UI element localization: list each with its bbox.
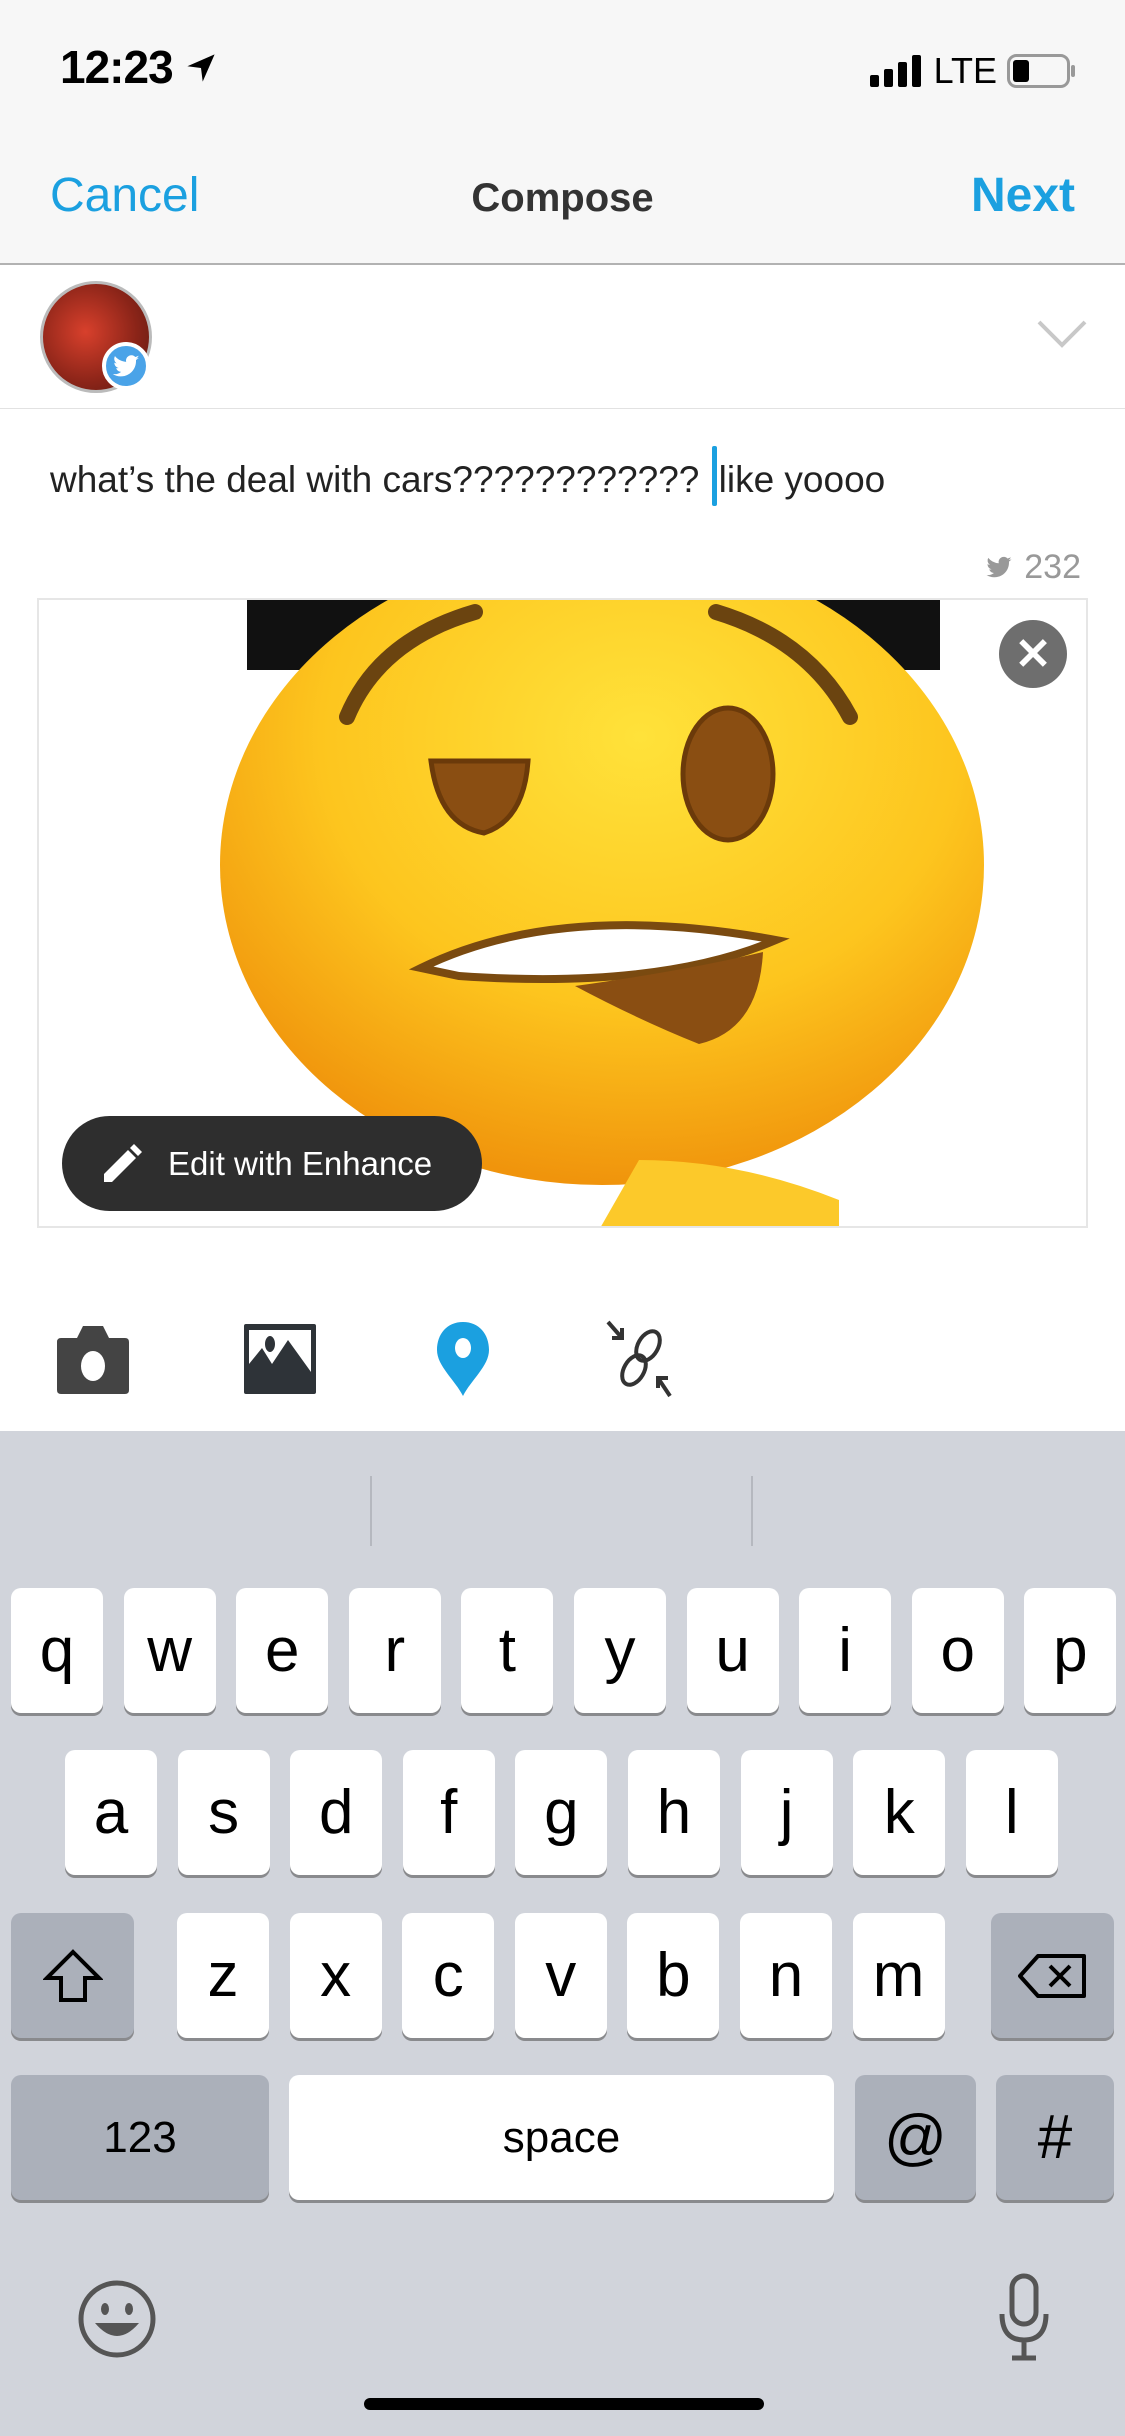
camera-icon[interactable]: [53, 1318, 133, 1398]
suggestion-divider: [370, 1476, 372, 1546]
key-f[interactable]: f: [402, 1750, 495, 1875]
suggestion-divider: [751, 1476, 753, 1546]
key-u[interactable]: u: [686, 1588, 779, 1713]
key-d[interactable]: d: [290, 1750, 383, 1875]
hash-key[interactable]: #: [996, 2075, 1114, 2200]
space-key[interactable]: space: [289, 2075, 834, 2200]
emoji-icon[interactable]: [77, 2279, 157, 2359]
tweet-text-after: like yoooo: [718, 459, 886, 500]
shift-icon: [42, 1948, 103, 2002]
signal-icon: [869, 55, 921, 87]
char-count: 232: [1024, 548, 1081, 586]
image-icon[interactable]: [240, 1318, 320, 1398]
key-h[interactable]: h: [628, 1750, 720, 1875]
key-a[interactable]: a: [65, 1750, 157, 1875]
key-o[interactable]: o: [911, 1588, 1004, 1713]
key-l[interactable]: l: [965, 1750, 1058, 1875]
microphone-icon[interactable]: [998, 2272, 1050, 2364]
key-s[interactable]: s: [177, 1750, 270, 1875]
shift-key[interactable]: [11, 1913, 134, 2038]
edit-with-enhance-button[interactable]: Edit with Enhance: [62, 1116, 482, 1211]
numbers-key[interactable]: 123: [11, 2075, 269, 2200]
key-w[interactable]: w: [123, 1588, 216, 1713]
key-t[interactable]: t: [461, 1588, 554, 1713]
delete-key[interactable]: [991, 1913, 1114, 2038]
network-label: LTE: [933, 50, 997, 91]
next-button[interactable]: Next: [971, 168, 1075, 223]
chevron-down-icon[interactable]: [1036, 318, 1088, 350]
key-r[interactable]: r: [348, 1588, 441, 1713]
key-p[interactable]: p: [1024, 1588, 1117, 1713]
page-title: Compose: [471, 176, 654, 220]
key-i[interactable]: i: [799, 1588, 892, 1713]
key-k[interactable]: k: [853, 1750, 946, 1875]
key-e[interactable]: e: [236, 1588, 329, 1713]
status-icons: LTE: [869, 50, 1077, 92]
key-j[interactable]: j: [740, 1750, 833, 1875]
key-g[interactable]: g: [515, 1750, 608, 1875]
key-v[interactable]: v: [514, 1913, 607, 2038]
key-z[interactable]: z: [177, 1913, 269, 2038]
link-icon[interactable]: [600, 1318, 680, 1398]
close-icon: ✕: [1014, 629, 1052, 679]
tweet-input[interactable]: what’s the deal with cars???????????? li…: [50, 446, 885, 506]
key-b[interactable]: b: [627, 1913, 720, 2038]
key-x[interactable]: x: [289, 1913, 382, 2038]
at-key[interactable]: @: [855, 2075, 976, 2200]
key-n[interactable]: n: [740, 1913, 832, 2038]
home-indicator[interactable]: [364, 2398, 764, 2410]
top-bar: 12:23 LTE Cancel Compose Next: [0, 0, 1125, 265]
pencil-icon: [104, 1143, 142, 1182]
battery-icon: [1007, 54, 1075, 88]
backspace-icon: [1017, 1953, 1086, 1998]
key-c[interactable]: c: [402, 1913, 495, 2038]
location-pin-icon[interactable]: [423, 1318, 503, 1398]
tweet-text: what’s the deal with cars????????????: [50, 459, 710, 500]
key-q[interactable]: q: [11, 1588, 103, 1713]
character-counter: 232: [984, 548, 1081, 587]
location-arrow-icon: [187, 54, 216, 82]
key-y[interactable]: y: [574, 1588, 666, 1713]
divider: [0, 408, 1125, 409]
edit-label: Edit with Enhance: [168, 1144, 433, 1182]
remove-image-button[interactable]: ✕: [999, 620, 1067, 688]
twitter-bird-icon: [102, 342, 150, 390]
text-cursor: [711, 446, 717, 506]
twitter-bird-icon: [986, 556, 1012, 577]
status-time: 12:23: [60, 40, 218, 94]
key-m[interactable]: m: [852, 1913, 945, 2038]
